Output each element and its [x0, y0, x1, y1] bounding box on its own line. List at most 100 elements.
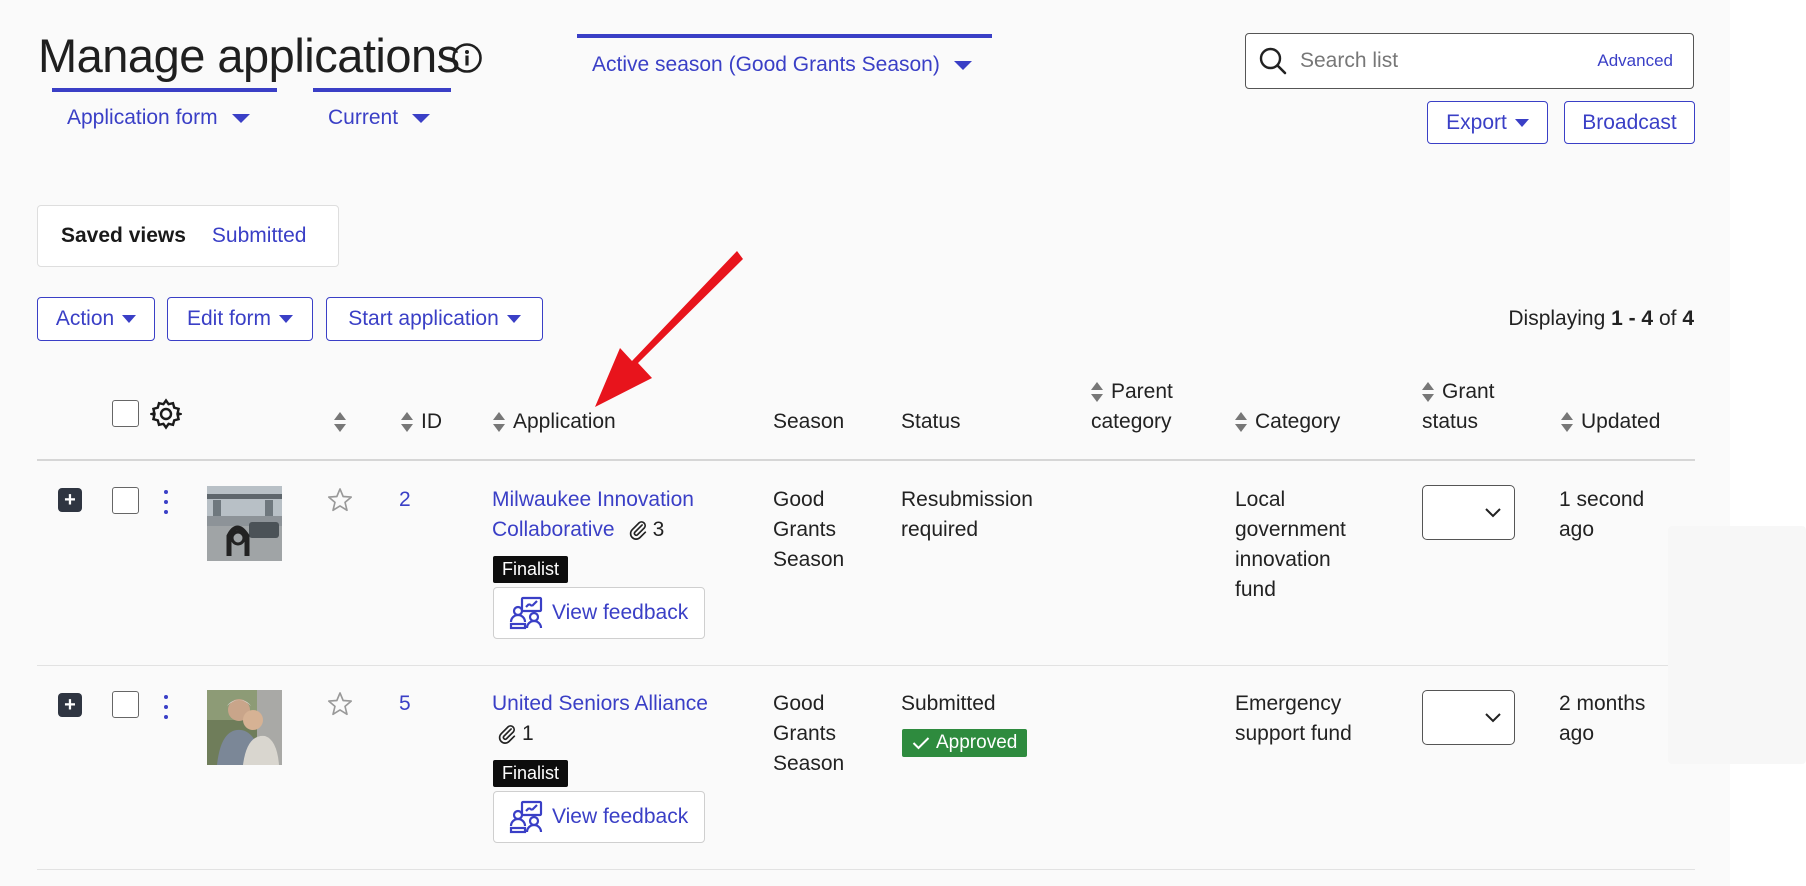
status-cell: Resubmission required	[901, 485, 1033, 545]
category-cell-line1: Emergency	[1235, 692, 1342, 715]
season-cell-line1: Good	[773, 692, 825, 715]
category-cell: Local government innovation fund	[1235, 485, 1346, 605]
column-header-updated[interactable]: Updated	[1561, 407, 1660, 437]
row-divider	[37, 869, 1695, 870]
column-header-parent-category-line1: Parent	[1111, 380, 1173, 403]
feedback-icon	[509, 596, 543, 630]
saved-views-panel: Saved views Submitted	[37, 205, 339, 267]
chevron-down-icon	[506, 315, 521, 323]
status-cell-line1: Submitted	[901, 692, 996, 715]
attachment-count-value: 1	[522, 722, 534, 745]
edit-form-button[interactable]: Edit form	[167, 297, 313, 341]
current-filter[interactable]: Current	[328, 106, 431, 130]
displaying-of: of	[1653, 307, 1683, 330]
chevron-down-icon	[1514, 118, 1529, 127]
status-cell-line1: Resubmission	[901, 488, 1033, 511]
application-id-link[interactable]: 2	[399, 485, 411, 515]
sort-favourite-header[interactable]	[334, 407, 354, 437]
export-button[interactable]: Export	[1427, 101, 1548, 144]
saved-view-submitted[interactable]: Submitted	[212, 224, 307, 248]
start-application-button-label: Start application	[348, 307, 499, 330]
row-checkbox[interactable]	[112, 691, 139, 718]
application-thumbnail	[207, 486, 282, 561]
column-header-grant-status[interactable]: Grant status	[1422, 377, 1495, 437]
season-filter-label: Active season (Good Grants Season)	[592, 53, 940, 76]
attachment-count-value: 3	[652, 518, 665, 541]
start-application-button[interactable]: Start application	[326, 297, 543, 341]
view-feedback-label: View feedback	[552, 805, 689, 828]
category-cell-line2: government	[1235, 518, 1346, 541]
search-input[interactable]	[1300, 49, 1598, 73]
updated-cell-line1: 2 months	[1559, 692, 1646, 715]
column-header-id[interactable]: ID	[401, 407, 442, 437]
tab-underline-application-form	[52, 88, 277, 92]
application-name-line1[interactable]: United Seniors Alliance	[492, 689, 708, 719]
displaying-prefix: Displaying	[1508, 307, 1612, 330]
check-icon	[912, 737, 930, 750]
row-menu-icon[interactable]	[161, 695, 171, 719]
category-cell: Emergency support fund	[1235, 689, 1352, 749]
action-button-label: Action	[55, 307, 115, 330]
season-filter[interactable]: Active season (Good Grants Season)	[592, 53, 972, 77]
displaying-total: 4	[1682, 307, 1694, 330]
category-cell-line3: innovation	[1235, 548, 1331, 571]
grant-status-select[interactable]	[1422, 485, 1515, 540]
season-cell-line2: Grants	[773, 722, 837, 745]
view-feedback-button[interactable]: View feedback	[493, 791, 705, 843]
sort-icon	[1091, 382, 1103, 403]
season-cell-line1: Good	[773, 488, 825, 511]
season-cell: Good Grants Season	[773, 485, 844, 575]
chevron-down-icon	[231, 113, 250, 123]
advanced-search-link[interactable]: Advanced	[1597, 51, 1673, 71]
grant-status-select[interactable]	[1422, 690, 1515, 745]
expand-row-icon[interactable]: +	[58, 693, 82, 717]
finalist-badge: Finalist	[493, 760, 569, 787]
application-cell: United Seniors Alliance 1	[492, 689, 708, 749]
broadcast-button[interactable]: Broadcast	[1564, 101, 1695, 144]
star-icon[interactable]	[326, 690, 354, 718]
expand-row-icon[interactable]: +	[58, 488, 82, 512]
status-cell-line2: required	[901, 518, 979, 541]
attachment-count: 1	[492, 719, 708, 749]
attachment-count: 3	[627, 515, 665, 545]
chevron-down-icon	[1485, 507, 1501, 517]
chevron-down-icon	[279, 315, 294, 323]
search-icon	[1259, 47, 1287, 75]
updated-cell-line2: ago	[1559, 518, 1595, 541]
application-form-filter-label: Application form	[67, 106, 218, 129]
application-name-line2[interactable]: Collaborative	[492, 515, 615, 545]
season-filter-bar	[577, 34, 992, 38]
column-header-category[interactable]: Category	[1235, 407, 1340, 437]
select-all-checkbox[interactable]	[112, 400, 139, 427]
approved-badge-label: Approved	[936, 732, 1018, 753]
sort-icon	[401, 412, 413, 433]
season-cell-line3: Season	[773, 548, 845, 571]
chevron-down-icon	[122, 315, 137, 323]
sort-icon	[1235, 412, 1247, 433]
category-cell-line4: fund	[1235, 578, 1276, 601]
gear-icon[interactable]	[150, 398, 182, 430]
application-name-line1[interactable]: Milwaukee Innovation	[492, 485, 694, 515]
side-panel-ghost	[1668, 526, 1806, 764]
approved-badge: Approved	[902, 729, 1028, 757]
sort-icon	[334, 412, 346, 433]
application-form-filter[interactable]: Application form	[67, 106, 250, 130]
finalist-badge: Finalist	[493, 556, 569, 583]
broadcast-button-label: Broadcast	[1582, 110, 1677, 134]
action-button[interactable]: Action	[37, 297, 155, 341]
star-icon[interactable]	[326, 486, 354, 514]
application-name-line2-row: Collaborative 3	[492, 515, 694, 545]
updated-cell-line2: ago	[1559, 722, 1595, 745]
row-menu-icon[interactable]	[161, 490, 171, 514]
view-feedback-label: View feedback	[552, 601, 689, 624]
paperclip-icon	[629, 521, 646, 540]
column-header-parent-category[interactable]: Parent category	[1091, 377, 1173, 437]
displaying-range: 1 - 4	[1611, 307, 1654, 330]
application-id-link[interactable]: 5	[399, 689, 411, 719]
sort-icon	[1422, 382, 1434, 403]
row-checkbox[interactable]	[112, 487, 139, 514]
info-icon[interactable]	[451, 42, 483, 74]
season-cell: Good Grants Season	[773, 689, 844, 779]
sort-icon	[493, 412, 505, 433]
view-feedback-button[interactable]: View feedback	[493, 587, 705, 639]
